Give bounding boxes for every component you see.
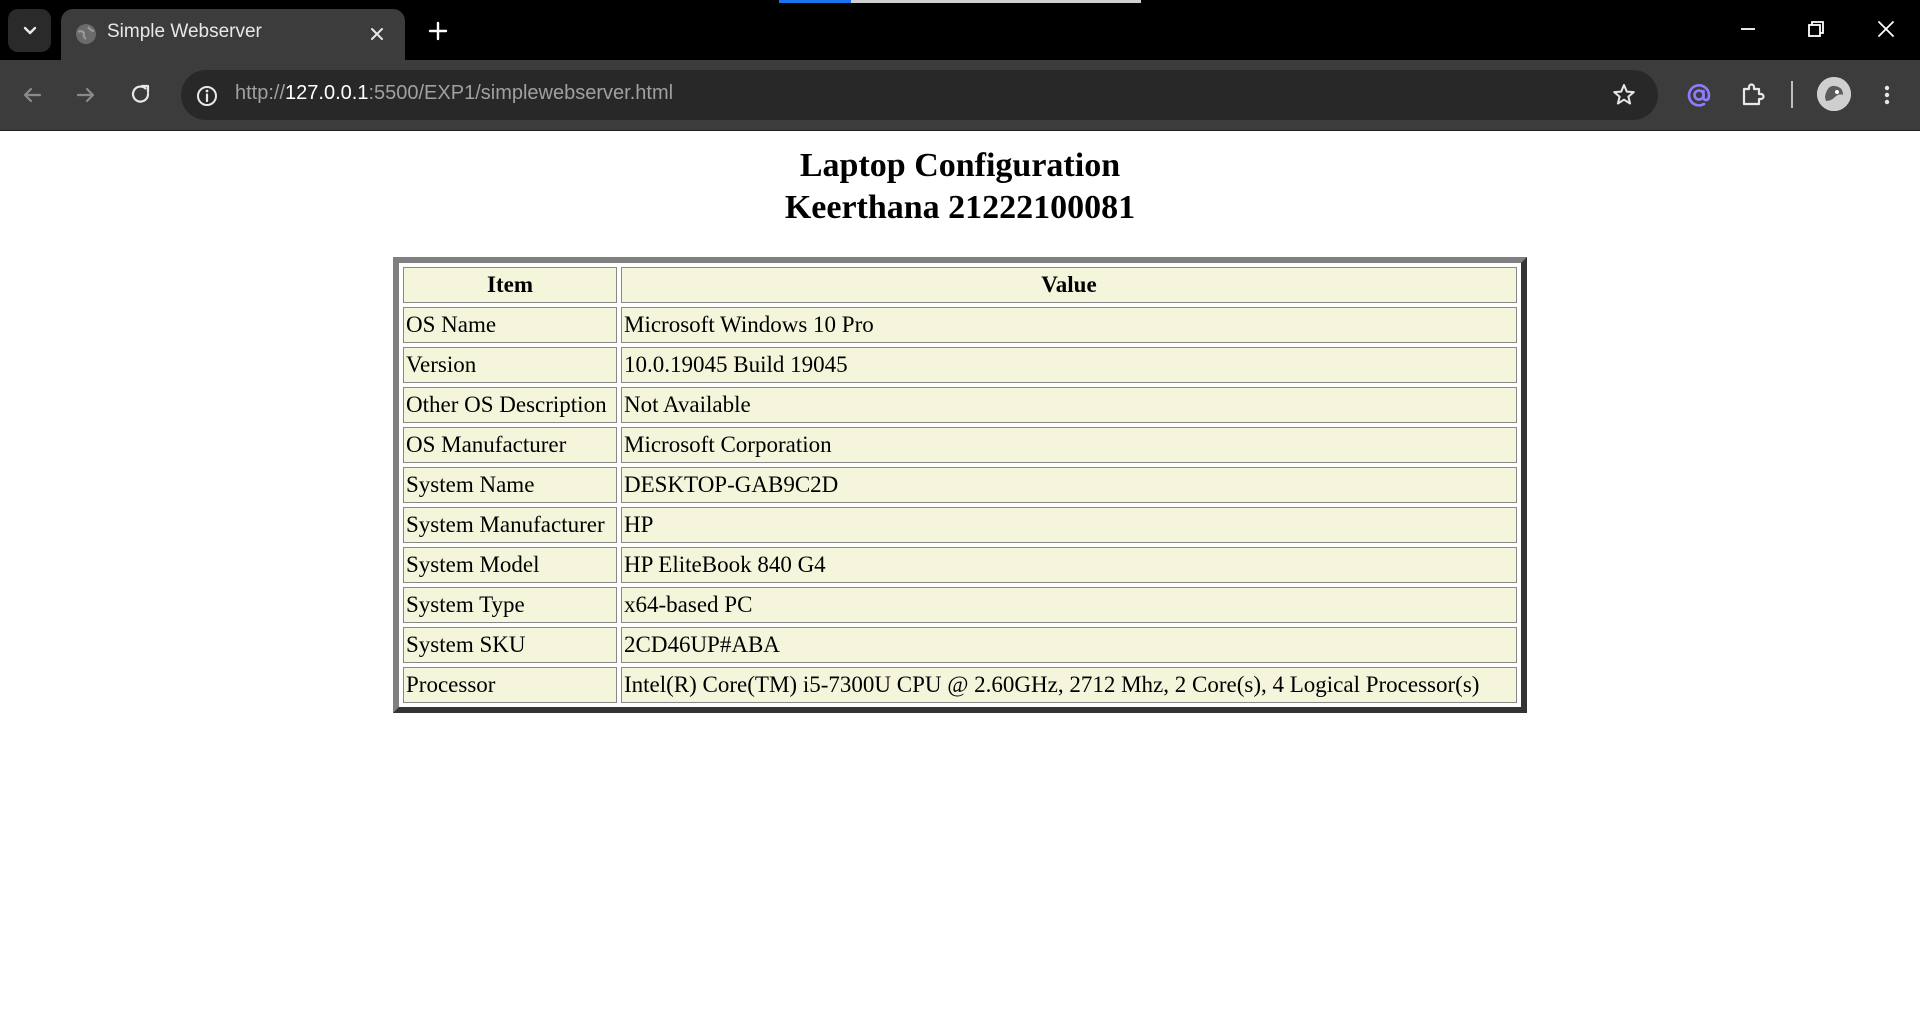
table-row: Other OS Description Not Available xyxy=(403,387,1517,423)
item-cell: Version xyxy=(403,347,617,383)
url-path: :5500/EXP1/simplewebserver.html xyxy=(368,82,674,104)
table-row: System Model HP EliteBook 840 G4 xyxy=(403,547,1517,583)
globe-icon xyxy=(76,24,96,44)
page-title-line-1: Laptop Configuration xyxy=(799,147,1121,184)
table-row: OS Manufacturer Microsoft Corporation xyxy=(403,427,1517,463)
column-header-item: Item xyxy=(403,267,617,303)
item-cell: System Model xyxy=(403,547,617,583)
table-row: System Manufacturer HP xyxy=(403,507,1517,543)
value-cell: DESKTOP-GAB9C2D xyxy=(621,467,1517,503)
config-table-wrapper: Item Value OS Name Microsoft Windows 10 … xyxy=(393,257,1527,713)
item-cell: OS Name xyxy=(403,307,617,343)
value-cell: x64-based PC xyxy=(621,587,1517,623)
tab-title: Simple Webserver xyxy=(107,21,262,42)
item-cell: System Name xyxy=(403,467,617,503)
toolbar-divider xyxy=(1791,81,1793,108)
reload-icon[interactable] xyxy=(128,82,154,108)
item-cell: OS Manufacturer xyxy=(403,427,617,463)
value-cell: Intel(R) Core(TM) i5-7300U CPU @ 2.60GHz… xyxy=(621,667,1517,703)
table-row: OS Name Microsoft Windows 10 Pro xyxy=(403,307,1517,343)
minimize-icon[interactable] xyxy=(1733,14,1763,44)
column-header-value: Value xyxy=(621,267,1517,303)
arrow-left-icon[interactable] xyxy=(19,82,45,108)
value-cell: Not Available xyxy=(621,387,1517,423)
value-cell: 2CD46UP#ABA xyxy=(621,627,1517,663)
table-row: Version 10.0.19045 Build 19045 xyxy=(403,347,1517,383)
page-title-line-2: Keerthana 21222100081 xyxy=(784,189,1136,226)
tab-search-button[interactable] xyxy=(8,9,51,52)
page-content: Laptop Configuration Keerthana 212221000… xyxy=(0,131,1920,1012)
value-cell: HP EliteBook 840 G4 xyxy=(621,547,1517,583)
item-cell: System Type xyxy=(403,587,617,623)
item-cell: Other OS Description xyxy=(403,387,617,423)
config-table: Item Value OS Name Microsoft Windows 10 … xyxy=(393,257,1527,713)
url-scheme: http:// xyxy=(235,82,286,104)
plus-icon[interactable] xyxy=(424,17,452,45)
close-window-icon[interactable] xyxy=(1871,14,1901,44)
item-cell: Processor xyxy=(403,667,617,703)
puzzle-icon[interactable] xyxy=(1738,80,1768,110)
table-row: System Type x64-based PC xyxy=(403,587,1517,623)
profile-picture-icon xyxy=(1817,77,1851,111)
value-cell: HP xyxy=(621,507,1517,543)
star-icon[interactable] xyxy=(1611,82,1637,108)
loading-indicator-track xyxy=(851,0,1141,3)
chevron-down-icon xyxy=(23,26,36,34)
close-icon[interactable] xyxy=(367,24,387,44)
loading-indicator xyxy=(779,0,851,3)
browser-toolbar: http://127.0.0.1:5500/EXP1/simplewebserv… xyxy=(0,60,1920,131)
restore-icon[interactable] xyxy=(1801,14,1831,44)
item-cell: System Manufacturer xyxy=(403,507,617,543)
item-cell: System SKU xyxy=(403,627,617,663)
value-cell: 10.0.19045 Build 19045 xyxy=(621,347,1517,383)
kebab-menu-icon[interactable] xyxy=(1874,82,1900,108)
page-title: Laptop Configuration Keerthana 212221000… xyxy=(0,145,1920,229)
url-host: 127.0.0.1 xyxy=(285,82,369,104)
table-header-row: Item Value xyxy=(403,267,1517,303)
browser-tab[interactable]: Simple Webserver xyxy=(61,9,405,60)
arrow-right-icon[interactable] xyxy=(73,82,99,108)
value-cell: Microsoft Windows 10 Pro xyxy=(621,307,1517,343)
table-row: System SKU 2CD46UP#ABA xyxy=(403,627,1517,663)
url-text[interactable]: http://127.0.0.1:5500/EXP1/simplewebserv… xyxy=(235,82,673,105)
avatar[interactable] xyxy=(1817,77,1851,111)
at-sign-icon[interactable] xyxy=(1684,80,1714,110)
value-cell: Microsoft Corporation xyxy=(621,427,1517,463)
address-bar[interactable]: http://127.0.0.1:5500/EXP1/simplewebserv… xyxy=(181,70,1658,120)
info-icon[interactable] xyxy=(193,82,221,110)
tab-strip: Simple Webserver xyxy=(0,0,1920,60)
table-row: System Name DESKTOP-GAB9C2D xyxy=(403,467,1517,503)
table-row: Processor Intel(R) Core(TM) i5-7300U CPU… xyxy=(403,667,1517,703)
